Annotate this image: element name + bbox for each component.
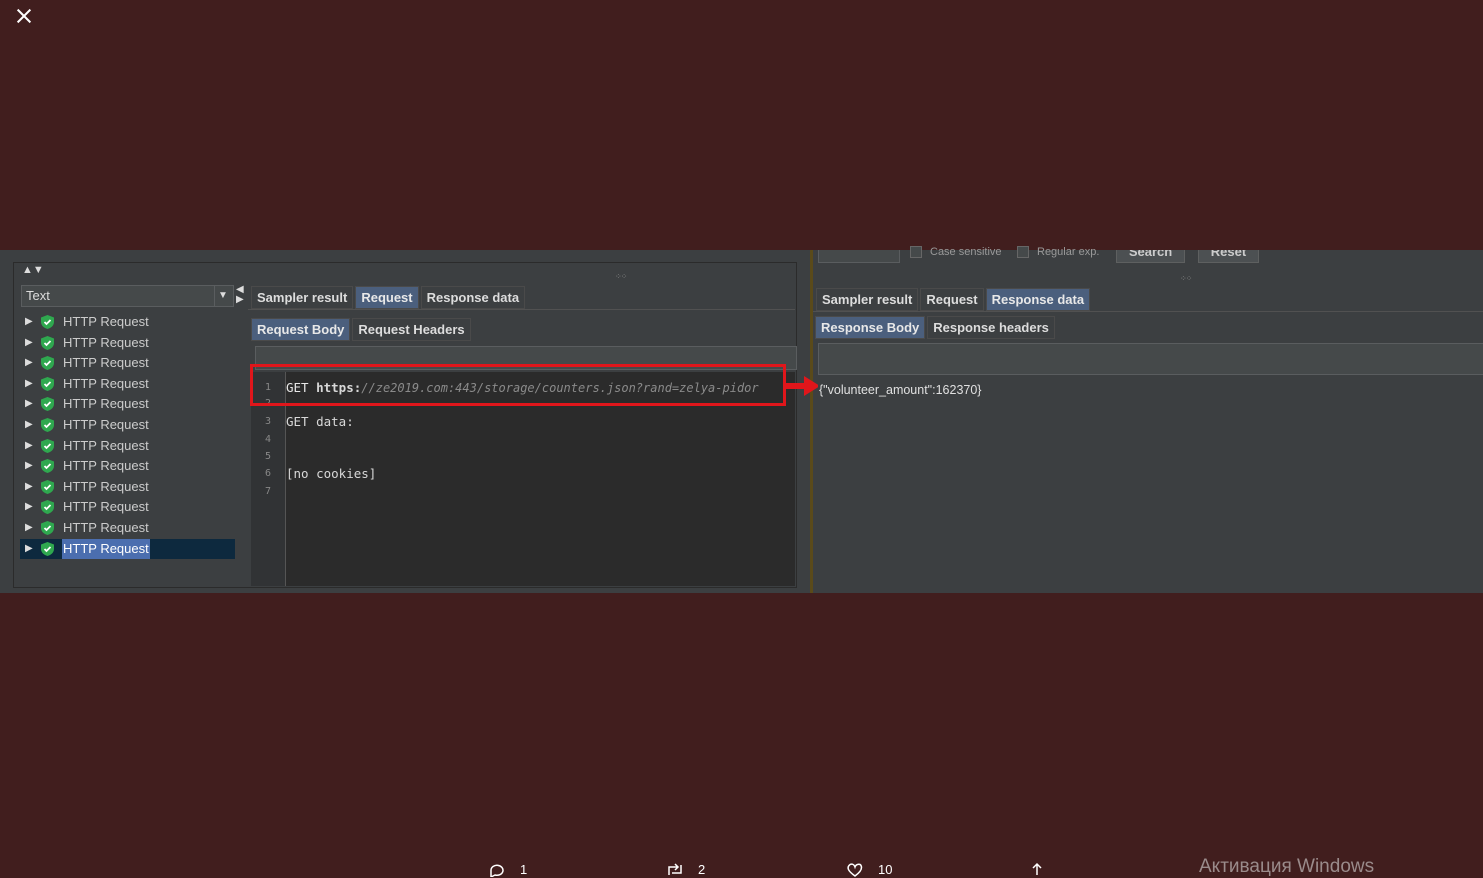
tree-item-label: HTTP Request (63, 499, 149, 515)
retweet-icon (668, 862, 682, 875)
expand-triangle-icon[interactable]: ▶ (25, 497, 33, 517)
success-shield-icon (41, 315, 54, 329)
response-search-input[interactable] (818, 250, 900, 263)
red-arrow-icon (786, 376, 820, 396)
expand-triangle-icon[interactable]: ▶ (25, 374, 33, 394)
checkbox-icon[interactable] (1017, 246, 1029, 259)
expand-triangle-icon[interactable]: ▶ (25, 415, 33, 435)
case-sensitive-checkbox[interactable]: Case sensitive (910, 246, 1002, 259)
subtab-request-body[interactable]: Request Body (251, 318, 351, 341)
tree-item-label: HTTP Request (63, 416, 149, 432)
search-button[interactable]: Search (1116, 250, 1185, 263)
expand-triangle-icon[interactable]: ▶ (25, 353, 33, 373)
tab-request[interactable]: Request (355, 286, 419, 309)
success-shield-icon (41, 397, 54, 412)
tree-item-label: HTTP Request (63, 375, 149, 391)
tree-item-label: HTTP Request (63, 478, 149, 494)
tree-item[interactable]: ▶ HTTP Request (20, 394, 235, 415)
reset-button[interactable]: Reset (1198, 250, 1259, 263)
tree-item[interactable]: ▶ HTTP Request (20, 518, 235, 539)
tree-item-label: HTTP Request (63, 437, 149, 453)
renderer-select-value: Text (26, 288, 50, 303)
tab-underline (813, 311, 1483, 312)
close-icon[interactable] (12, 4, 36, 28)
sample-tree: ▶ HTTP Request ▶ HTTP Request ▶ HTTP Request ▶… (20, 312, 235, 584)
right-tabs: Sampler result Request Response data (816, 288, 1091, 311)
success-shield-icon (41, 500, 54, 515)
expand-triangle-icon[interactable]: ▶ (25, 394, 33, 414)
tab-request[interactable]: Request (920, 288, 984, 311)
success-shield-icon (41, 459, 54, 474)
reply-icon (490, 864, 504, 877)
tree-item[interactable]: ▶ HTTP Request (20, 477, 235, 498)
expand-triangle-icon[interactable]: ▶ (25, 436, 33, 456)
case-sensitive-label: Case sensitive (930, 246, 1002, 258)
line-number: 7 (265, 486, 272, 497)
checkbox-icon[interactable] (910, 246, 922, 259)
line-number: 4 (265, 434, 272, 445)
success-shield-icon (41, 541, 54, 556)
line-number: 5 (265, 451, 272, 462)
expand-triangle-icon[interactable]: ▶ (25, 518, 33, 538)
get-data-line: GET data: (286, 414, 354, 429)
tree-item[interactable]: ▶ HTTP Request (20, 353, 235, 374)
tab-response-data[interactable]: Response data (420, 286, 526, 309)
chevron-down-icon[interactable]: ▼ (214, 286, 231, 306)
response-body-view[interactable]: {"volunteer_amount":162370} (818, 375, 1483, 593)
tree-item-label: HTTP Request (63, 458, 149, 474)
response-body-text: {"volunteer_amount":162370} (819, 383, 982, 397)
tree-item[interactable]: ▶ HTTP Request (20, 456, 235, 477)
line-number: 6 (265, 468, 272, 479)
tree-item[interactable]: ▶ HTTP Request (20, 333, 235, 354)
splitter-grip-icon[interactable]: ⁘⁘ (615, 272, 627, 281)
subtab-request-headers[interactable]: Request Headers (352, 318, 471, 341)
heart-icon (847, 862, 863, 877)
subtab-response-body[interactable]: Response Body (815, 316, 926, 339)
success-shield-icon (41, 417, 54, 432)
tree-item[interactable]: ▶ HTTP Request (20, 415, 235, 436)
tab-sampler-result[interactable]: Sampler result (251, 286, 354, 309)
success-shield-icon (41, 356, 54, 371)
regular-exp-checkbox[interactable]: Regular exp. (1017, 246, 1100, 259)
expand-triangle-icon[interactable]: ▶ (25, 333, 33, 353)
success-shield-icon (41, 520, 54, 535)
tree-item-label: HTTP Request (63, 396, 149, 412)
tree-item-label: HTTP Request (63, 334, 149, 350)
expand-triangle-icon[interactable]: ▶ (25, 312, 33, 332)
tree-item-label: HTTP Request (63, 314, 149, 329)
tree-item[interactable]: ▶ HTTP Request (20, 497, 235, 518)
right-subtabs: Response Body Response headers (815, 316, 1055, 339)
success-shield-icon (41, 479, 54, 494)
tab-response-data[interactable]: Response data (985, 288, 1091, 311)
tree-item[interactable]: ▶ HTTP Request (20, 374, 235, 395)
tree-item[interactable]: ▶ HTTP Request (20, 312, 235, 333)
share-icon (1032, 862, 1042, 875)
success-shield-icon (41, 335, 54, 350)
line-number: 3 (265, 416, 272, 427)
left-tabs: Sampler result Request Response data (251, 286, 526, 309)
expand-triangle-icon[interactable]: ▶ (25, 477, 33, 497)
tree-item[interactable]: ▶ HTTP Request (20, 538, 235, 560)
tab-underline (248, 309, 795, 310)
tree-item[interactable]: ▶ HTTP Request (20, 436, 235, 457)
splitter-grip-icon[interactable]: ⁘⁘ (1180, 274, 1192, 283)
expand-triangle-icon[interactable]: ▶ (25, 539, 33, 559)
response-filter-input[interactable] (818, 343, 1483, 375)
regular-exp-label: Regular exp. (1037, 246, 1100, 258)
tab-sampler-result[interactable]: Sampler result (816, 288, 919, 311)
left-subtabs: Request Body Request Headers (251, 318, 471, 341)
cookies-line: [no cookies] (286, 466, 377, 481)
url-highlight-box (250, 364, 786, 406)
success-shield-icon (41, 438, 54, 453)
success-shield-icon (41, 376, 54, 391)
expand-triangle-icon[interactable]: ▶ (25, 456, 33, 476)
sort-arrows-icon[interactable]: ▲▼ (22, 264, 44, 276)
tree-item-label: HTTP Request (62, 538, 150, 559)
renderer-select[interactable]: Text ▼ (21, 285, 234, 307)
tree-item-label: HTTP Request (63, 519, 149, 535)
share-button[interactable] (1028, 862, 1046, 876)
subtab-response-headers[interactable]: Response headers (927, 316, 1055, 339)
collapse-arrows-icon[interactable]: ◀ ▶ (236, 285, 244, 305)
tree-item-label: HTTP Request (63, 355, 149, 371)
